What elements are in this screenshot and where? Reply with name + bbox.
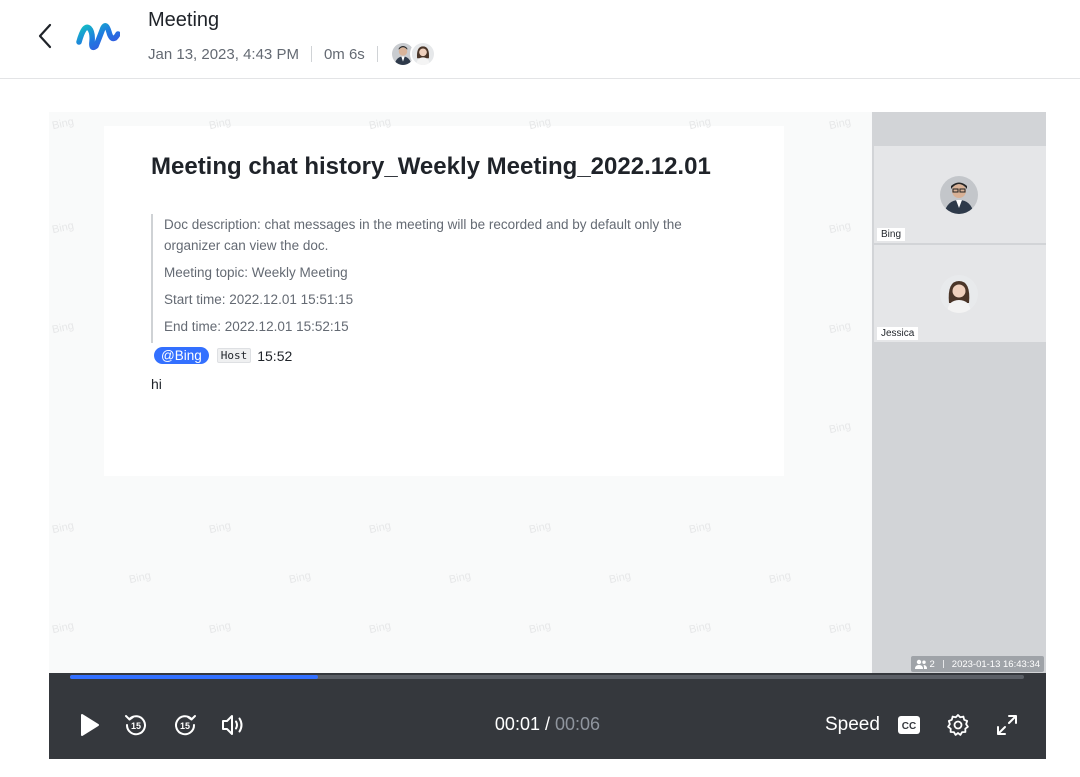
watermark: Bing (50, 219, 76, 237)
gear-icon (947, 714, 969, 736)
watermark: Bing (827, 319, 853, 337)
watermark: Bing (50, 619, 76, 637)
recording-duration: 0m 6s (323, 45, 365, 63)
watermark: Bing (50, 519, 76, 537)
recording-timestamp: 2023-01-13 16:43:34 (951, 658, 1040, 670)
avatar (409, 41, 436, 67)
divider (376, 46, 378, 62)
shared-screen: Bing Bing Bing Bing Bing Bing Bing Bing … (49, 112, 871, 673)
svg-text:CC: CC (902, 721, 916, 732)
player-controls: 15 15 00:01 / 00:06 Speed CC (49, 673, 1046, 759)
document-description-block: Doc description: chat messages in the me… (151, 214, 741, 343)
watermark: Bing (50, 319, 76, 337)
app-logo-icon (76, 23, 120, 51)
avatar (940, 176, 978, 214)
avatar (940, 275, 978, 313)
watermark: Bing (447, 569, 473, 587)
video-player[interactable]: Bing Bing Bing Bing Bing Bing Bing Bing … (49, 112, 1046, 673)
watermark: Bing (607, 569, 633, 587)
watermark: Bing (527, 619, 553, 637)
participant-name: Jessica (877, 327, 919, 340)
settings-button[interactable] (944, 711, 972, 739)
message-text: hi (151, 376, 162, 392)
participant-count: 2 (929, 658, 935, 670)
meeting-topic: Meeting topic: Weekly Meeting (164, 265, 348, 280)
chevron-left-icon (38, 23, 52, 49)
watermark: Bing (367, 619, 393, 637)
watermark: Bing (127, 569, 153, 587)
watermark: Bing (367, 115, 393, 133)
watermark: Bing (827, 219, 853, 237)
watermark: Bing (827, 619, 853, 637)
doc-description: Doc description: chat messages in the me… (164, 217, 682, 253)
watermark: Bing (687, 519, 713, 537)
end-time: End time: 2022.12.01 15:52:15 (164, 319, 349, 334)
watermark: Bing (207, 115, 233, 133)
speed-button[interactable]: Speed (825, 714, 880, 736)
watermark: Bing (687, 115, 713, 133)
watermark: Bing (527, 519, 553, 537)
current-time: 00:01 (494, 714, 540, 734)
watermark: Bing (207, 519, 233, 537)
fullscreen-button[interactable] (993, 711, 1021, 739)
header: Meeting Jan 13, 2023, 4:43 PM 0m 6s (0, 0, 1080, 79)
watermark: Bing (287, 569, 313, 587)
watermark: Bing (367, 519, 393, 537)
participant-name: Bing (877, 228, 906, 241)
participant-tile: Jessica (874, 245, 1046, 342)
recording-meta: Jan 13, 2023, 4:43 PM 0m 6s (148, 41, 436, 67)
participant-avatars[interactable] (389, 41, 436, 67)
chat-message-header: @Bing Host 15:52 (154, 347, 292, 364)
watermark: Bing (827, 419, 853, 437)
watermark: Bing (687, 619, 713, 637)
total-time: 00:06 (555, 714, 601, 734)
host-badge: Host (216, 348, 252, 363)
back-button[interactable] (30, 20, 60, 52)
fullscreen-icon (997, 715, 1017, 735)
participants-icon (915, 659, 928, 669)
page-title: Meeting (148, 9, 220, 31)
message-time: 15:52 (257, 347, 293, 364)
time-separator: / (544, 714, 550, 734)
watermark: Bing (207, 619, 233, 637)
progress-fill (70, 675, 319, 679)
divider (942, 660, 944, 668)
progress-bar[interactable] (70, 675, 1024, 679)
divider (310, 46, 312, 62)
participant-tile: Bing (874, 146, 1046, 243)
cc-icon: CC (898, 716, 920, 734)
document-title: Meeting chat history_Weekly Meeting_2022… (151, 153, 711, 180)
watermark: Bing (767, 569, 793, 587)
mention-tag: @Bing (154, 347, 209, 364)
watermark: Bing (527, 115, 553, 133)
recording-stats: 2 2023-01-13 16:43:34 (911, 656, 1044, 672)
watermark: Bing (50, 115, 76, 133)
recording-date: Jan 13, 2023, 4:43 PM (148, 45, 299, 63)
participant-panel: Bing Jessica 2 2023-01-13 16:43:34 (872, 112, 1046, 673)
captions-button[interactable]: CC (895, 711, 923, 739)
start-time: Start time: 2022.12.01 15:51:15 (164, 292, 354, 307)
watermark: Bing (827, 115, 853, 133)
chat-history-document: Bing Bing Bing Bing Meeting chat history… (104, 116, 784, 476)
